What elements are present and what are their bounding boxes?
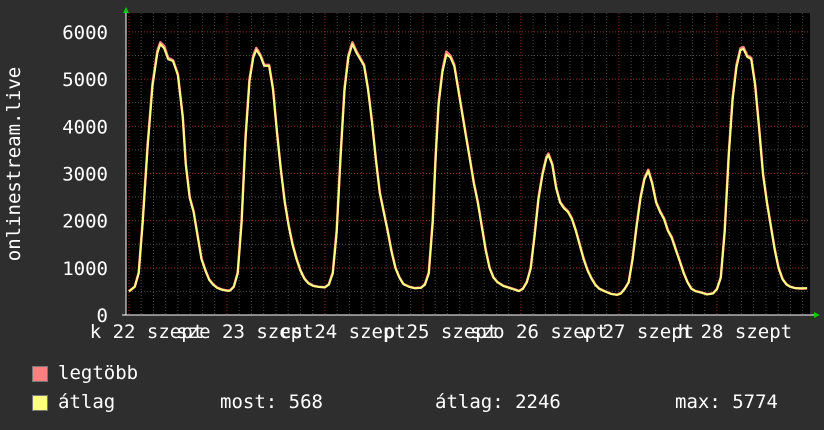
stat-atlag: átlag: 2246 [435,391,561,413]
line-chart: 0100020003000400050006000 k 22 szeptsze … [0,0,824,350]
plot-area [126,13,810,315]
legend-label-atlag: átlag [58,391,116,413]
y-axis-label: onlinestream.live [3,67,25,261]
chart-root: 0 1000 2000 3000 4000 5000 6000 k 22 szept sze … [0,0,824,430]
stat-most: most: 568 [220,391,323,413]
x-tick-labels: k 22 szeptsze 23 szeptcs 24 szeptp 25 sz… [90,321,792,343]
y-tick-label: 6000 [62,22,108,44]
y-tick-label: 3000 [62,163,108,185]
y-tick-label: 2000 [62,211,108,233]
y-tick-label: 4000 [62,116,108,138]
legend-label-legtobb: legtöbb [58,362,139,384]
x-tick-label: h 28 szept [678,321,792,343]
y-tick-label: 1000 [62,258,108,280]
legend-swatch-legtobb [32,366,48,382]
stat-max: max: 5774 [675,391,778,413]
y-tick-label: 5000 [62,69,108,91]
legend-swatch-atlag [32,395,48,411]
